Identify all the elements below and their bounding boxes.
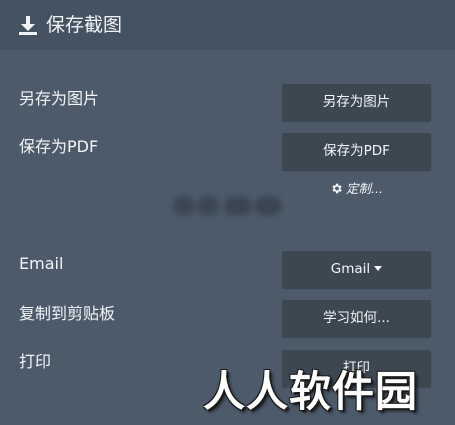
save-as-pdf-button[interactable]: 保存为PDF [282,133,431,170]
panel-title: 保存截图 [46,14,123,36]
customize-link[interactable]: 定制... [330,179,383,199]
panel-header: 保存截图 [0,0,455,50]
print-label: 打印 [19,352,52,371]
blurred-logo-mark [170,193,288,219]
site-watermark: 人人软件园 [203,367,419,416]
gmail-dropdown-button[interactable]: Gmail [282,251,431,288]
customize-label: 定制... [346,181,383,196]
save-as-image-label: 另存为图片 [19,89,100,108]
gear-icon [332,183,342,194]
learn-how-button[interactable]: 学习如何... [282,300,431,337]
save-screenshot-panel: 保存截图 另存为图片 另存为图片 保存为PDF 保存为PDF 定制... Ema… [0,0,455,425]
save-as-pdf-label: 保存为PDF [19,137,99,156]
download-icon [17,14,39,36]
copy-to-clipboard-label: 复制到剪贴板 [19,304,116,323]
save-as-image-button[interactable]: 另存为图片 [282,84,431,121]
gmail-dropdown-label: Gmail [330,261,371,277]
caret-down-icon [374,265,383,271]
email-label: Email [19,254,64,273]
